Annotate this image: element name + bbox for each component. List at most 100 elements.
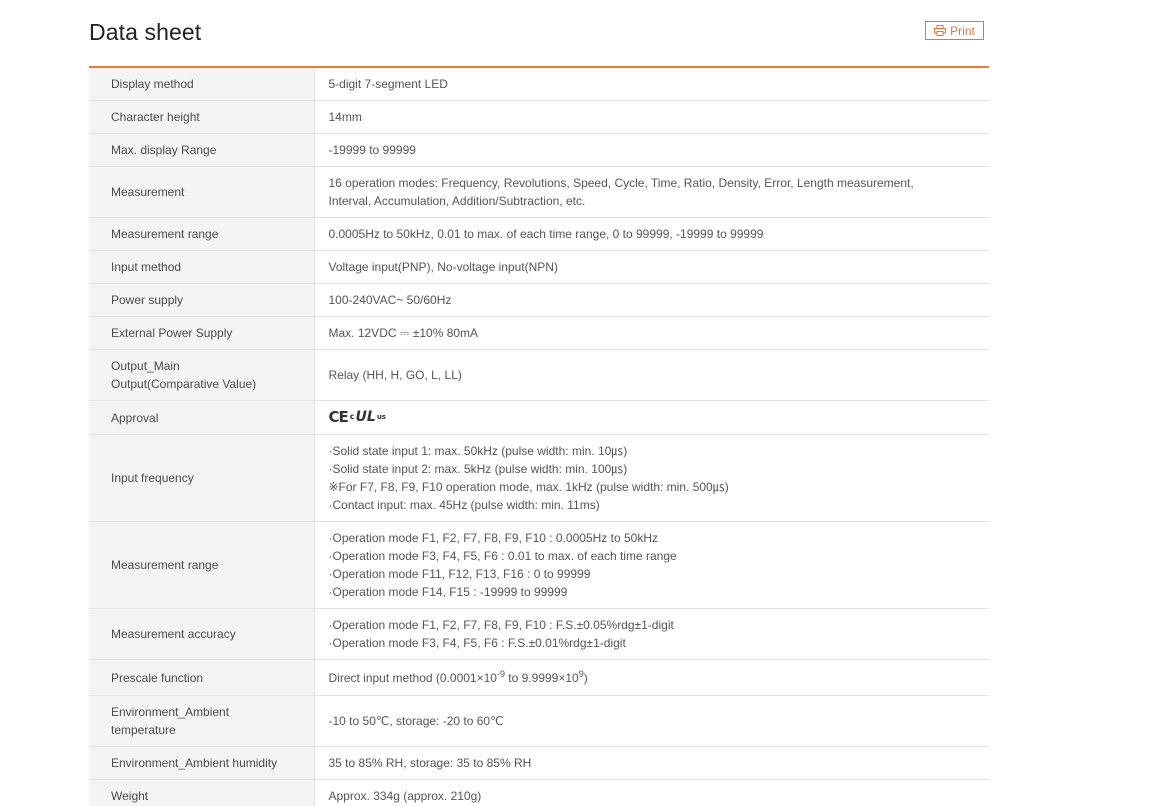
ul-mark-logo: UL [355, 409, 376, 425]
data-sheet-page: Data sheet Print Display method 5-digit 7… [0, 0, 1150, 806]
spec-value: 16 operation modes: Frequency, Revolutio… [314, 166, 989, 218]
spec-label: Weight [89, 779, 315, 806]
table-row: Character height 14mm [89, 100, 989, 134]
spec-label: Input method [89, 250, 315, 284]
spec-value-text: 16 operation modes: Frequency, Revolutio… [328, 176, 914, 190]
spec-value-text: Relay (HH, H, GO, L, LL) [328, 368, 462, 382]
page-title: Data sheet [89, 19, 202, 45]
spec-label-text: Character height [111, 110, 200, 124]
spec-label-text: Measurement accuracy [111, 627, 236, 641]
spec-label-text: Input frequency [111, 471, 194, 485]
table-row: Input frequency ·Solid state input 1: max… [89, 434, 989, 522]
spec-value-text: Max. 12VDC ⎓ ±10% 80mA [328, 326, 479, 340]
table-row: Measurement range ·Operation mode F1, F2,… [89, 521, 989, 609]
table-row: Measurement 16 operation modes: Frequency… [89, 166, 989, 218]
certification-marks: CE c UL us [329, 408, 386, 426]
spec-value-text: -19999 to 99999 [328, 143, 416, 157]
print-label: Print [950, 23, 975, 38]
spec-value: 14mm [314, 100, 989, 134]
spec-value-text: -10 to 50℃, storage: -20 to 60℃ [328, 714, 504, 728]
table-row: Display method 5-digit 7-segment LED [89, 67, 989, 101]
table-row: Max. display Range -19999 to 99999 [89, 133, 989, 167]
table-row: Weight Approx. 334g (approx. 210g) [89, 779, 989, 806]
spec-value: 35 to 85% RH, storage: 35 to 85% RH [314, 746, 989, 780]
spec-label-text: Measurement [111, 185, 185, 199]
spec-value: Approx. 334g (approx. 210g) [314, 779, 989, 806]
c-small-logo: c [349, 412, 355, 421]
spec-label: Measurement range [89, 521, 315, 609]
table-row: Measurement range 0.0005Hz to 50kHz, 0.01… [89, 217, 989, 251]
spec-value-text: ·Operation mode F1, F2, F7, F8, F9, F10 … [328, 531, 658, 545]
table-row: Measurement accuracy ·Operation mode F1, … [89, 608, 989, 660]
spec-value-text: 35 to 85% RH, storage: 35 to 85% RH [328, 756, 532, 770]
spec-label-text: temperature [111, 723, 176, 737]
spec-label: Display method [89, 67, 315, 101]
spec-label-text: External Power Supply [111, 326, 233, 340]
spec-value-text: ·Operation mode F11, F12, F13, F16 : 0 t… [328, 567, 591, 581]
spec-value: Relay (HH, H, GO, L, LL) [314, 349, 989, 401]
spec-label: Measurement range [89, 217, 315, 251]
spec-label: Environment_Ambient humidity [89, 746, 315, 780]
us-logo: us [376, 413, 386, 421]
spec-label-text: Environment_Ambient humidity [111, 756, 278, 770]
spec-value-text: ·Operation mode F14, F15 : -19999 to 999… [328, 585, 568, 599]
spec-label: Max. display Range [89, 133, 315, 167]
spec-value-text: ·Operation mode F3, F4, F5, F6 : 0.01 to… [328, 549, 677, 563]
spec-value-text: ·Solid state input 1: max. 50kHz (pulse … [328, 444, 628, 458]
table-row: Prescale function Direct input method (0.… [89, 659, 989, 696]
spec-value: Direct input method (0.0001×10-9 to 9.99… [314, 659, 989, 696]
table-row: Power supply 100-240VAC~ 50/60Hz [89, 283, 989, 317]
spec-value: 5-digit 7-segment LED [314, 67, 989, 101]
spec-value: Max. 12VDC ⎓ ±10% 80mA [314, 316, 989, 350]
spec-label-text: Max. display Range [111, 143, 217, 157]
prescale-suffix: ) [583, 670, 588, 685]
prescale-mid: to 9.9999×10 [504, 670, 579, 685]
spec-label-text: Output(Comparative Value) [111, 377, 257, 391]
spec-value: Voltage input(PNP), No-voltage input(NPN… [314, 250, 989, 284]
spec-value: -19999 to 99999 [314, 133, 989, 167]
spec-label: Measurement [89, 166, 315, 218]
spec-value-text: 5-digit 7-segment LED [328, 77, 448, 91]
table-row: Environment_Ambient humidity 35 to 85% RH… [89, 746, 989, 780]
prescale-prefix: Direct input method (0.0001×10 [328, 670, 497, 685]
spec-value-text: ·Contact input: max. 45Hz (pulse width: … [328, 498, 600, 512]
spec-label: Character height [89, 100, 315, 134]
spec-label-text: Weight [111, 789, 149, 803]
spec-value-text: 14mm [328, 110, 362, 124]
spec-label-text: Prescale function [111, 670, 204, 685]
spec-label-text: Input method [111, 260, 182, 274]
spec-label: External Power Supply [89, 316, 315, 350]
spec-value: -10 to 50℃, storage: -20 to 60℃ [314, 695, 989, 747]
spec-label: Environment_Ambient temperature [89, 695, 315, 747]
spec-label-text: Measurement range [111, 558, 219, 572]
spec-value-text: ·Operation mode F3, F4, F5, F6 : F.S.±0.… [328, 636, 626, 650]
spec-value-text: 100-240VAC~ 50/60Hz [328, 293, 452, 307]
spec-value: ·Operation mode F1, F2, F7, F8, F9, F10 … [314, 608, 989, 660]
spec-label: Prescale function [89, 659, 315, 696]
table-row: External Power Supply Max. 12VDC ⎓ ±10% 8… [89, 316, 989, 350]
spec-value: 100-240VAC~ 50/60Hz [314, 283, 989, 317]
spec-label: Input frequency [89, 434, 315, 522]
spec-value-text: ·Solid state input 2: max. 5kHz (pulse w… [328, 462, 628, 476]
spec-value: CE c UL us [314, 400, 989, 435]
spec-label-text: Power supply [111, 293, 184, 307]
spec-label: Approval [89, 400, 315, 435]
spec-value-text: ·Operation mode F1, F2, F7, F8, F9, F10 … [328, 618, 674, 632]
spec-label-text: Display method [111, 77, 194, 91]
spec-table: Display method 5-digit 7-segment LED Chara… [89, 66, 989, 806]
spec-value-text: Approx. 334g (approx. 210g) [328, 789, 482, 803]
spec-value: ·Operation mode F1, F2, F7, F8, F9, F10 … [314, 521, 989, 609]
spec-label-text: Output_Main [111, 359, 180, 373]
spec-value-text: Voltage input(PNP), No-voltage input(NPN… [328, 260, 558, 274]
table-row: Output_Main Output(Comparative Value) Rela… [89, 349, 989, 401]
spec-label-text: Approval [111, 410, 159, 425]
spec-value: ·Solid state input 1: max. 50kHz (pulse … [314, 434, 989, 522]
prescale-exp1: -9 [496, 668, 505, 679]
table-row: Approval CE c UL us [89, 400, 989, 435]
printer-icon [934, 25, 947, 36]
spec-value-text: 0.0005Hz to 50kHz, 0.01 to max. of each … [328, 227, 764, 241]
prescale-text: Direct input method (0.0001×10-9 to 9.99… [328, 668, 588, 685]
print-button[interactable]: Print [925, 21, 984, 40]
spec-label-text: Measurement range [111, 227, 219, 241]
spec-value-text: ※For F7, F8, F9, F10 operation mode, max… [328, 480, 729, 494]
